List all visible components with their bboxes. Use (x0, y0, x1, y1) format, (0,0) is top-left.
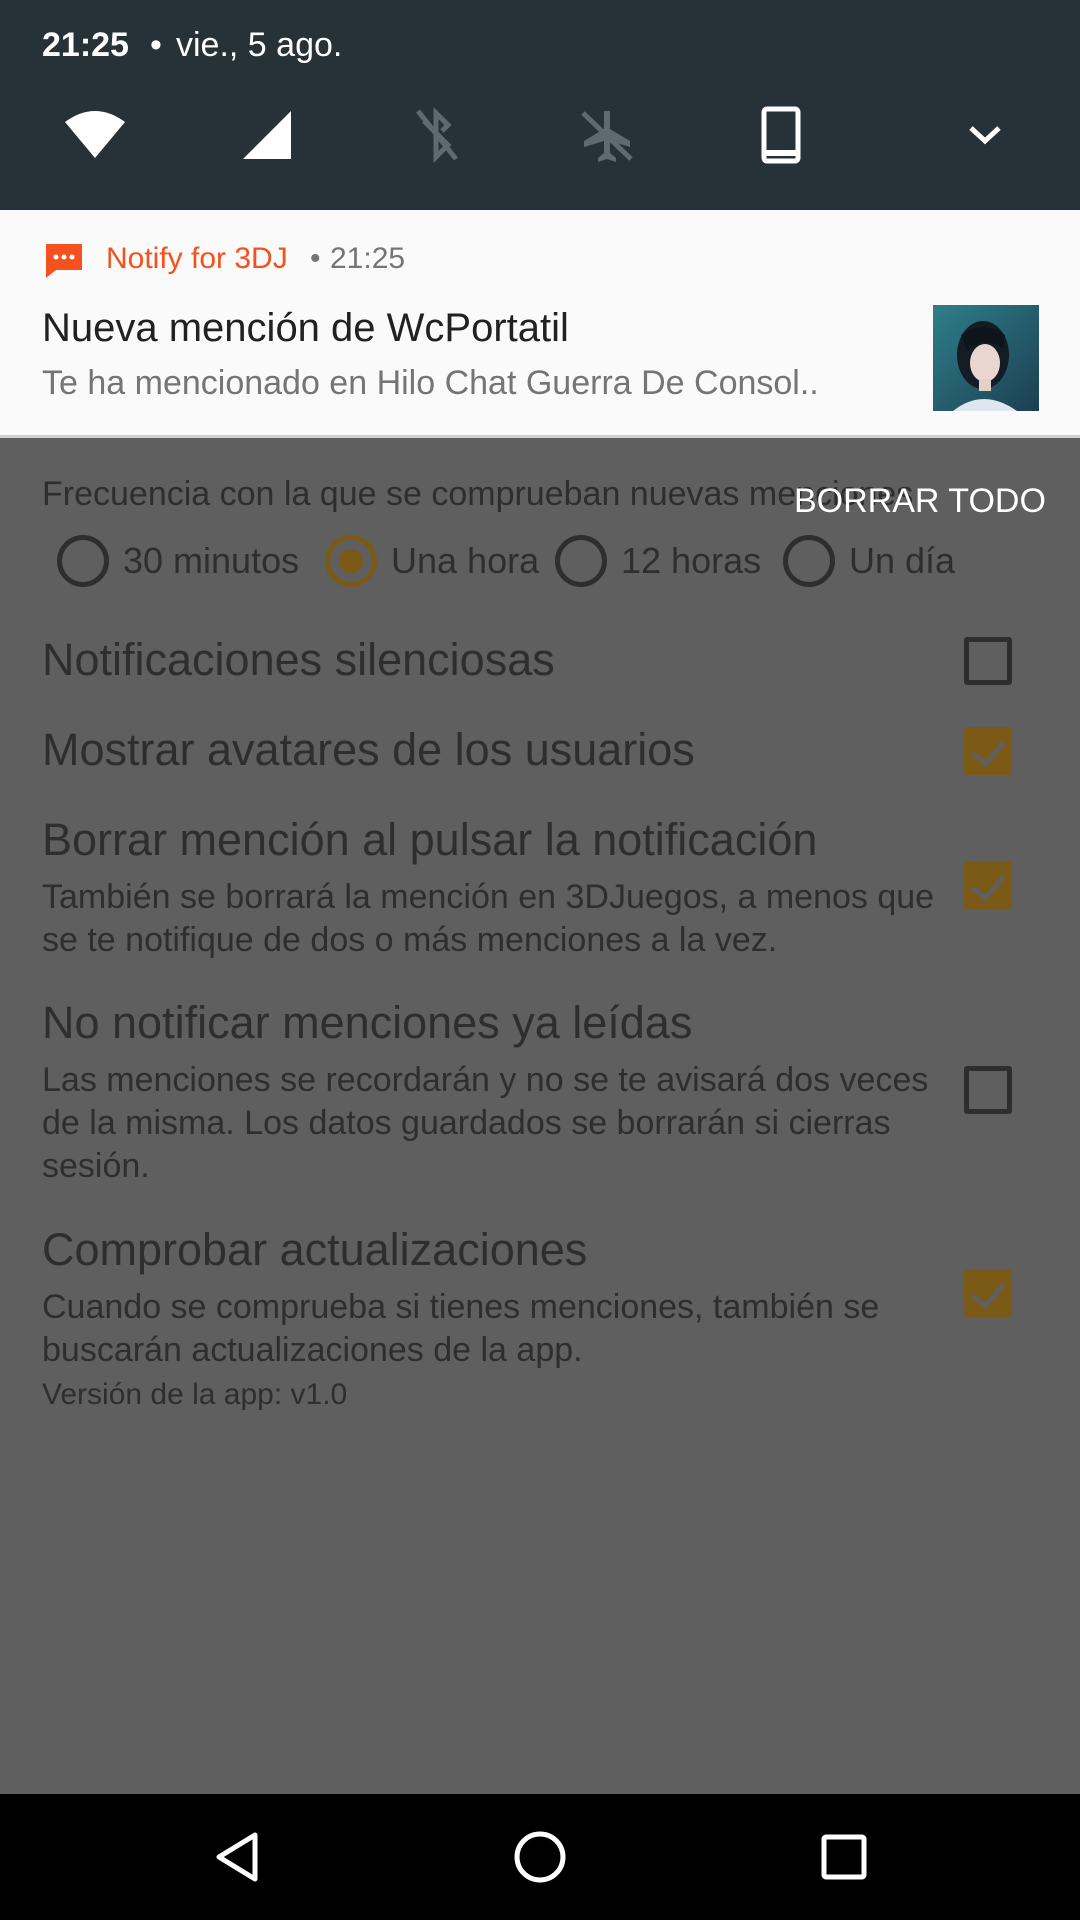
status-time: 21:25 (42, 26, 129, 64)
phone-rotation-icon[interactable] (746, 100, 816, 170)
status-date: vie., 5 ago. (176, 26, 343, 64)
pref-check-updates-summary: Cuando se comprueba si tienes menciones,… (42, 1288, 880, 1369)
radio-button-icon (57, 535, 109, 587)
pref-delete-on-tap-summary: También se borrará la mención en 3DJuego… (42, 878, 935, 959)
radio-button-selected-icon (325, 535, 377, 587)
radio-one-day[interactable]: Un día (783, 535, 955, 587)
recents-icon[interactable] (814, 1827, 874, 1887)
frequency-label: Frecuencia con la que se comprueban nuev… (42, 475, 914, 513)
notification-title: Nueva mención de WcPortatil (42, 306, 569, 350)
notification-text: Te ha mencionado en Hilo Chat Guerra De … (42, 364, 819, 402)
pref-check-updates-checkbox[interactable] (964, 1269, 1012, 1317)
back-icon[interactable] (207, 1827, 267, 1887)
radio-label: 12 horas (621, 540, 762, 581)
notification-app-name: Notify for 3DJ (106, 242, 288, 275)
avatar (933, 305, 1039, 411)
wifi-icon[interactable] (60, 100, 130, 170)
pref-delete-on-tap-checkbox[interactable] (964, 861, 1012, 909)
radio-one-hour[interactable]: Una hora (325, 535, 539, 587)
radio-label: Un día (849, 540, 956, 581)
notification-time: 21:25 (330, 242, 406, 275)
cell-signal-icon[interactable] (232, 100, 302, 170)
chat-bubble-icon (44, 240, 84, 280)
notification-card[interactable]: Notify for 3DJ • 21:25 Nueva mención de … (0, 210, 1080, 438)
app-version: Versión de la app: v1.0 (42, 1378, 348, 1411)
frequency-radio-group: 30 minutos Una hora 12 horas Un día (0, 535, 1080, 589)
bluetooth-off-icon[interactable] (402, 100, 472, 170)
expand-chevron-icon[interactable] (950, 100, 1020, 170)
radio-label: Una hora (391, 540, 540, 581)
pref-skip-read-title[interactable]: No notificar menciones ya leídas (42, 997, 692, 1049)
airplane-off-icon[interactable] (572, 100, 642, 170)
notification-separator: • (310, 242, 321, 275)
pref-show-avatars-checkbox[interactable] (964, 727, 1012, 775)
navigation-bar (0, 1794, 1080, 1920)
status-separator: • (150, 26, 162, 64)
radio-button-icon (783, 535, 835, 587)
radio-12-hours[interactable]: 12 horas (555, 535, 761, 587)
radio-label: 30 minutos (123, 540, 300, 581)
pref-skip-read-checkbox[interactable] (964, 1066, 1012, 1114)
pref-silent-notifications-title[interactable]: Notificaciones silenciosas (42, 634, 555, 686)
radio-30-minutes[interactable]: 30 minutos (57, 535, 299, 587)
pref-delete-on-tap-title[interactable]: Borrar mención al pulsar la notificación (42, 814, 817, 866)
home-icon[interactable] (510, 1827, 570, 1887)
pref-silent-notifications-checkbox[interactable] (964, 637, 1012, 685)
pref-check-updates-title[interactable]: Comprobar actualizaciones (42, 1224, 587, 1276)
clear-all-button[interactable]: BORRAR TODO (794, 482, 1046, 521)
quick-settings-shade: 21:25 • vie., 5 ago. (0, 0, 1080, 210)
pref-skip-read-summary: Las menciones se recordarán y no se te a… (42, 1061, 929, 1185)
pref-show-avatars-title[interactable]: Mostrar avatares de los usuarios (42, 724, 695, 776)
radio-button-icon (555, 535, 607, 587)
